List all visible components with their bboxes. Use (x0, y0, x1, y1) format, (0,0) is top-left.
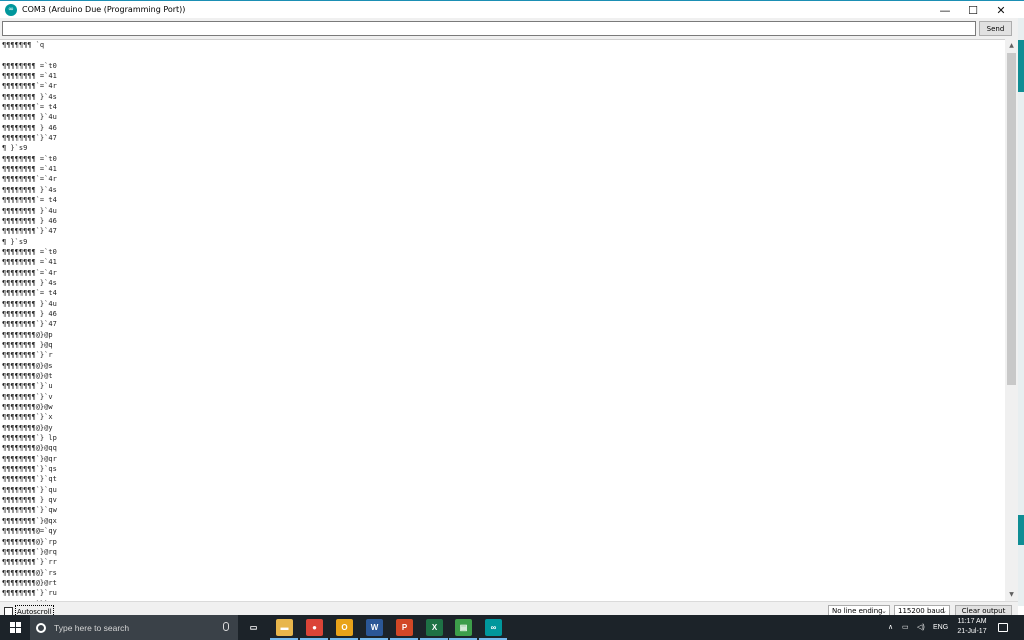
output-line: ¶¶¶¶¶¶¶¶@}@y (2, 423, 53, 432)
output-line: ¶¶¶¶¶¶¶¶@}@s (2, 361, 53, 370)
output-line: ¶¶¶¶¶¶¶¶ } 46 (2, 309, 57, 318)
output-line: ¶¶¶¶¶¶¶¶`}@rq (2, 547, 57, 556)
scroll-up-icon[interactable]: ▲ (1005, 39, 1018, 52)
output-line: ¶¶¶¶¶¶¶¶@}`rp (2, 537, 57, 546)
clock-date: 21-Jul-17 (957, 628, 987, 635)
output-line: ¶ }`s9 (2, 144, 28, 153)
output-line: ¶¶¶¶¶¶¶¶`}`r (2, 351, 53, 360)
output-line: ¶¶¶¶¶¶¶¶ } 46 (2, 216, 57, 225)
output-line: ¶ }`s9 (2, 237, 28, 246)
language-indicator[interactable]: ENG (933, 624, 948, 631)
output-line: ¶¶¶¶¶¶¶¶ }`4u (2, 113, 57, 122)
tray-chevron-icon[interactable]: ∧ (888, 623, 893, 631)
scroll-thumb[interactable] (1007, 53, 1016, 385)
output-line: ¶¶¶¶¶¶¶¶`}`qt (2, 475, 57, 484)
volume-icon[interactable]: ◁) (917, 623, 925, 631)
taskbar: Type here to search ▭ ▬ ● O W P X ▤ ∞ ∧ ▭ ◁) ENG… (0, 615, 1024, 640)
output-line: ¶¶¶¶¶¶¶¶`}`47 (2, 227, 57, 236)
output-line: ¶¶¶¶¶¶¶¶`=`4r (2, 175, 57, 184)
output-line: ¶¶¶¶¶¶¶¶`= t4 (2, 196, 57, 205)
cortana-icon (36, 622, 46, 633)
output-lines: ¶¶¶¶¶¶¶ `q ¶¶¶¶¶¶¶¶ =`t0 ¶¶¶¶¶¶¶¶ =`41 ¶¶¶¶… (0, 40, 1005, 601)
minimize-button[interactable]: — (931, 1, 959, 19)
start-button[interactable] (0, 615, 30, 640)
word-icon[interactable]: W (366, 619, 383, 636)
output-line: ¶¶¶¶¶¶¶¶@}@rt (2, 578, 57, 587)
outlook-icon[interactable]: O (336, 619, 353, 636)
scroll-down-icon[interactable]: ▼ (1005, 588, 1018, 601)
send-button[interactable]: Send (979, 21, 1012, 36)
output-line: ¶¶¶¶¶¶¶¶`= t4 (2, 103, 57, 112)
output-line: ¶¶¶¶¶¶¶ `q (2, 41, 45, 49)
output-line: ¶¶¶¶¶¶¶¶ =`t0 (2, 61, 57, 70)
output-line: ¶¶¶¶¶¶¶¶ }`4s (2, 185, 57, 194)
output-line: ¶¶¶¶¶¶¶¶ }@q (2, 340, 53, 349)
baud-rate-value: 115200 baud (898, 607, 945, 615)
maximize-button[interactable]: ☐ (959, 1, 987, 19)
output-line: ¶¶¶¶¶¶¶¶ }`4u (2, 299, 57, 308)
clock[interactable]: 11:17 AM 21-Jul-17 (950, 617, 994, 637)
clock-time: 11:17 AM (957, 618, 987, 625)
output-line: ¶¶¶¶¶¶¶¶`}`ru (2, 589, 57, 598)
window-title: COM3 (Arduino Due (Programming Port)) (22, 5, 186, 14)
arduino-icon[interactable]: ∞ (485, 619, 502, 636)
output-line: ¶¶¶¶¶¶¶¶@}`rs (2, 568, 57, 577)
output-line: ¶¶¶¶¶¶¶¶`}`47 (2, 134, 57, 143)
output-line: ¶¶¶¶¶¶¶¶ =`41 (2, 72, 57, 81)
windows-logo-icon (9, 622, 21, 633)
close-button[interactable]: ✕ (987, 1, 1015, 19)
output-line: ¶¶¶¶¶¶¶¶`}`qs (2, 465, 57, 474)
output-line: ¶¶¶¶¶¶¶¶`}`qw (2, 506, 57, 515)
green-app-icon[interactable]: ▤ (455, 619, 472, 636)
arduino-icon: ∞ (5, 3, 17, 16)
output-line: ¶¶¶¶¶¶¶¶ =`41 (2, 165, 57, 174)
output-line: ¶¶¶¶¶¶¶¶@}@p (2, 330, 53, 339)
output-line: ¶¶¶¶¶¶¶¶@=`qy (2, 527, 57, 536)
output-line: ¶¶¶¶¶¶¶¶@}@w (2, 403, 53, 412)
output-line: ¶¶¶¶¶¶¶¶ }`4u (2, 206, 57, 215)
desktop-edge-accent (1018, 40, 1024, 92)
output-line: ¶¶¶¶¶¶¶¶`}`v (2, 392, 53, 401)
send-bar: Send (0, 18, 1018, 39)
chrome-icon[interactable]: ● (306, 619, 323, 636)
notification-icon[interactable] (998, 623, 1008, 632)
output-line: ¶¶¶¶¶¶¶¶ }`4s (2, 92, 57, 101)
output-line: ¶¶¶¶¶¶¶¶ } 46 (2, 123, 57, 132)
output-line: ¶¶¶¶¶¶¶¶`}@qr (2, 454, 57, 463)
output-line: ¶¶¶¶¶¶¶¶`}`qu (2, 485, 57, 494)
vertical-scrollbar[interactable]: ▲ ▼ (1005, 39, 1018, 601)
output-line: ¶¶¶¶¶¶¶¶@}@t (2, 372, 53, 380)
output-line: ¶¶¶¶¶¶¶¶@}@qq (2, 444, 57, 453)
taskbar-search[interactable]: Type here to search (30, 615, 238, 640)
output-line: ¶¶¶¶¶¶¶¶ =`t0 (2, 247, 57, 256)
network-icon[interactable]: ▭ (902, 623, 909, 631)
excel-icon[interactable]: X (426, 619, 443, 636)
output-line: ¶¶¶¶¶¶¶¶`}`x (2, 413, 53, 422)
output-line: ¶¶¶¶¶¶¶¶ =`41 (2, 258, 57, 267)
output-line: ¶¶¶¶¶¶¶¶`}@qx (2, 516, 57, 525)
output-line: ¶¶¶¶¶¶¶¶`}`rr (2, 558, 57, 567)
output-line: ¶¶¶¶¶¶¶¶ }`4s (2, 278, 57, 287)
output-line: ¶¶¶¶¶¶¶¶`}`u (2, 382, 53, 391)
serial-input[interactable] (2, 21, 976, 36)
search-placeholder: Type here to search (54, 622, 130, 633)
output-line: ¶¶¶¶¶¶¶¶`=`4r (2, 82, 57, 91)
output-line: ¶¶¶¶¶¶¶¶`= t4 (2, 289, 57, 298)
task-view-icon[interactable]: ▭ (245, 619, 262, 636)
title-bar: ∞ COM3 (Arduino Due (Programming Port)) … (0, 0, 1024, 18)
desktop-edge-accent (1018, 515, 1024, 545)
output-line: ¶¶¶¶¶¶¶¶`}`47 (2, 320, 57, 329)
file-explorer-icon[interactable]: ▬ (276, 619, 293, 636)
microphone-icon[interactable] (223, 622, 229, 631)
serial-output[interactable]: ¶¶¶¶¶¶¶ `q ¶¶¶¶¶¶¶¶ =`t0 ¶¶¶¶¶¶¶¶ =`41 ¶¶¶¶… (0, 39, 1005, 601)
output-line: ¶¶¶¶¶¶¶¶`=`4r (2, 268, 57, 277)
powerpoint-icon[interactable]: P (396, 619, 413, 636)
output-line: ¶¶¶¶¶¶¶¶ } qv (2, 496, 57, 505)
output-line: ¶¶¶¶¶¶¶¶ =`t0 (2, 154, 57, 163)
line-ending-value: No line ending (832, 607, 883, 615)
output-line: ¶¶¶¶¶¶¶¶`} lp (2, 434, 57, 443)
